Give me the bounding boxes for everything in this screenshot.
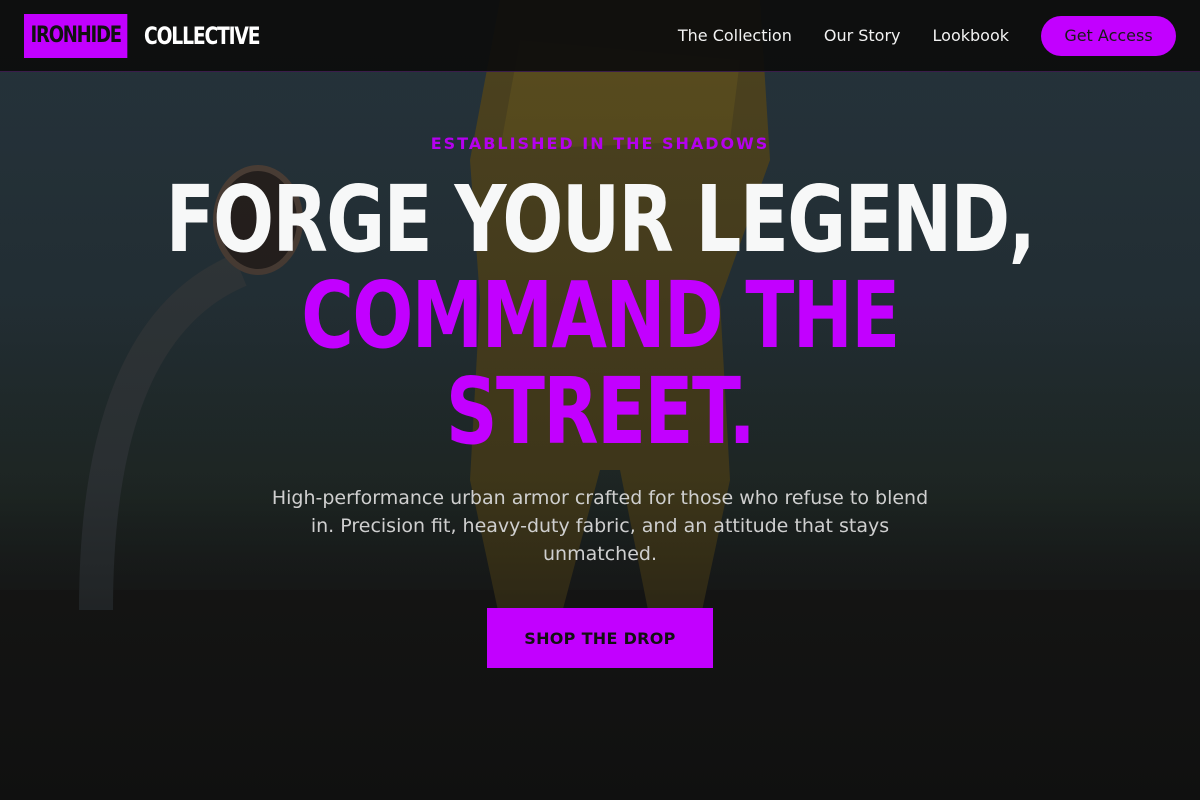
nav-link-the-collection[interactable]: The Collection: [678, 26, 792, 45]
shop-the-drop-button[interactable]: SHOP THE DROP: [487, 608, 713, 668]
brand-logo-box: IRONHIDE: [24, 13, 128, 58]
brand-logo[interactable]: IRONHIDE COLLECTIVE: [24, 13, 292, 58]
top-navbar: IRONHIDE COLLECTIVE The Collection Our S…: [0, 0, 1200, 72]
headline-line-2: COMMAND THE: [301, 262, 900, 369]
hero-eyebrow: ESTABLISHED IN THE SHADOWS: [430, 134, 770, 153]
headline-line-3: STREET.: [445, 358, 756, 465]
hero-section: ESTABLISHED IN THE SHADOWS FORGE YOUR LE…: [0, 0, 1200, 800]
get-access-button[interactable]: Get Access: [1041, 15, 1176, 56]
nav-link-lookbook[interactable]: Lookbook: [933, 26, 1009, 45]
nav-links: The Collection Our Story Lookbook Get Ac…: [646, 15, 1176, 56]
brand-logo-text: COLLECTIVE: [144, 21, 261, 50]
nav-link-our-story[interactable]: Our Story: [824, 26, 901, 45]
headline-line-1: FORGE YOUR LEGEND,: [165, 166, 1036, 273]
hero-headline: FORGE YOUR LEGEND, COMMAND THE STREET.: [0, 172, 1200, 460]
hero-subtitle: High-performance urban armor crafted for…: [271, 487, 929, 565]
